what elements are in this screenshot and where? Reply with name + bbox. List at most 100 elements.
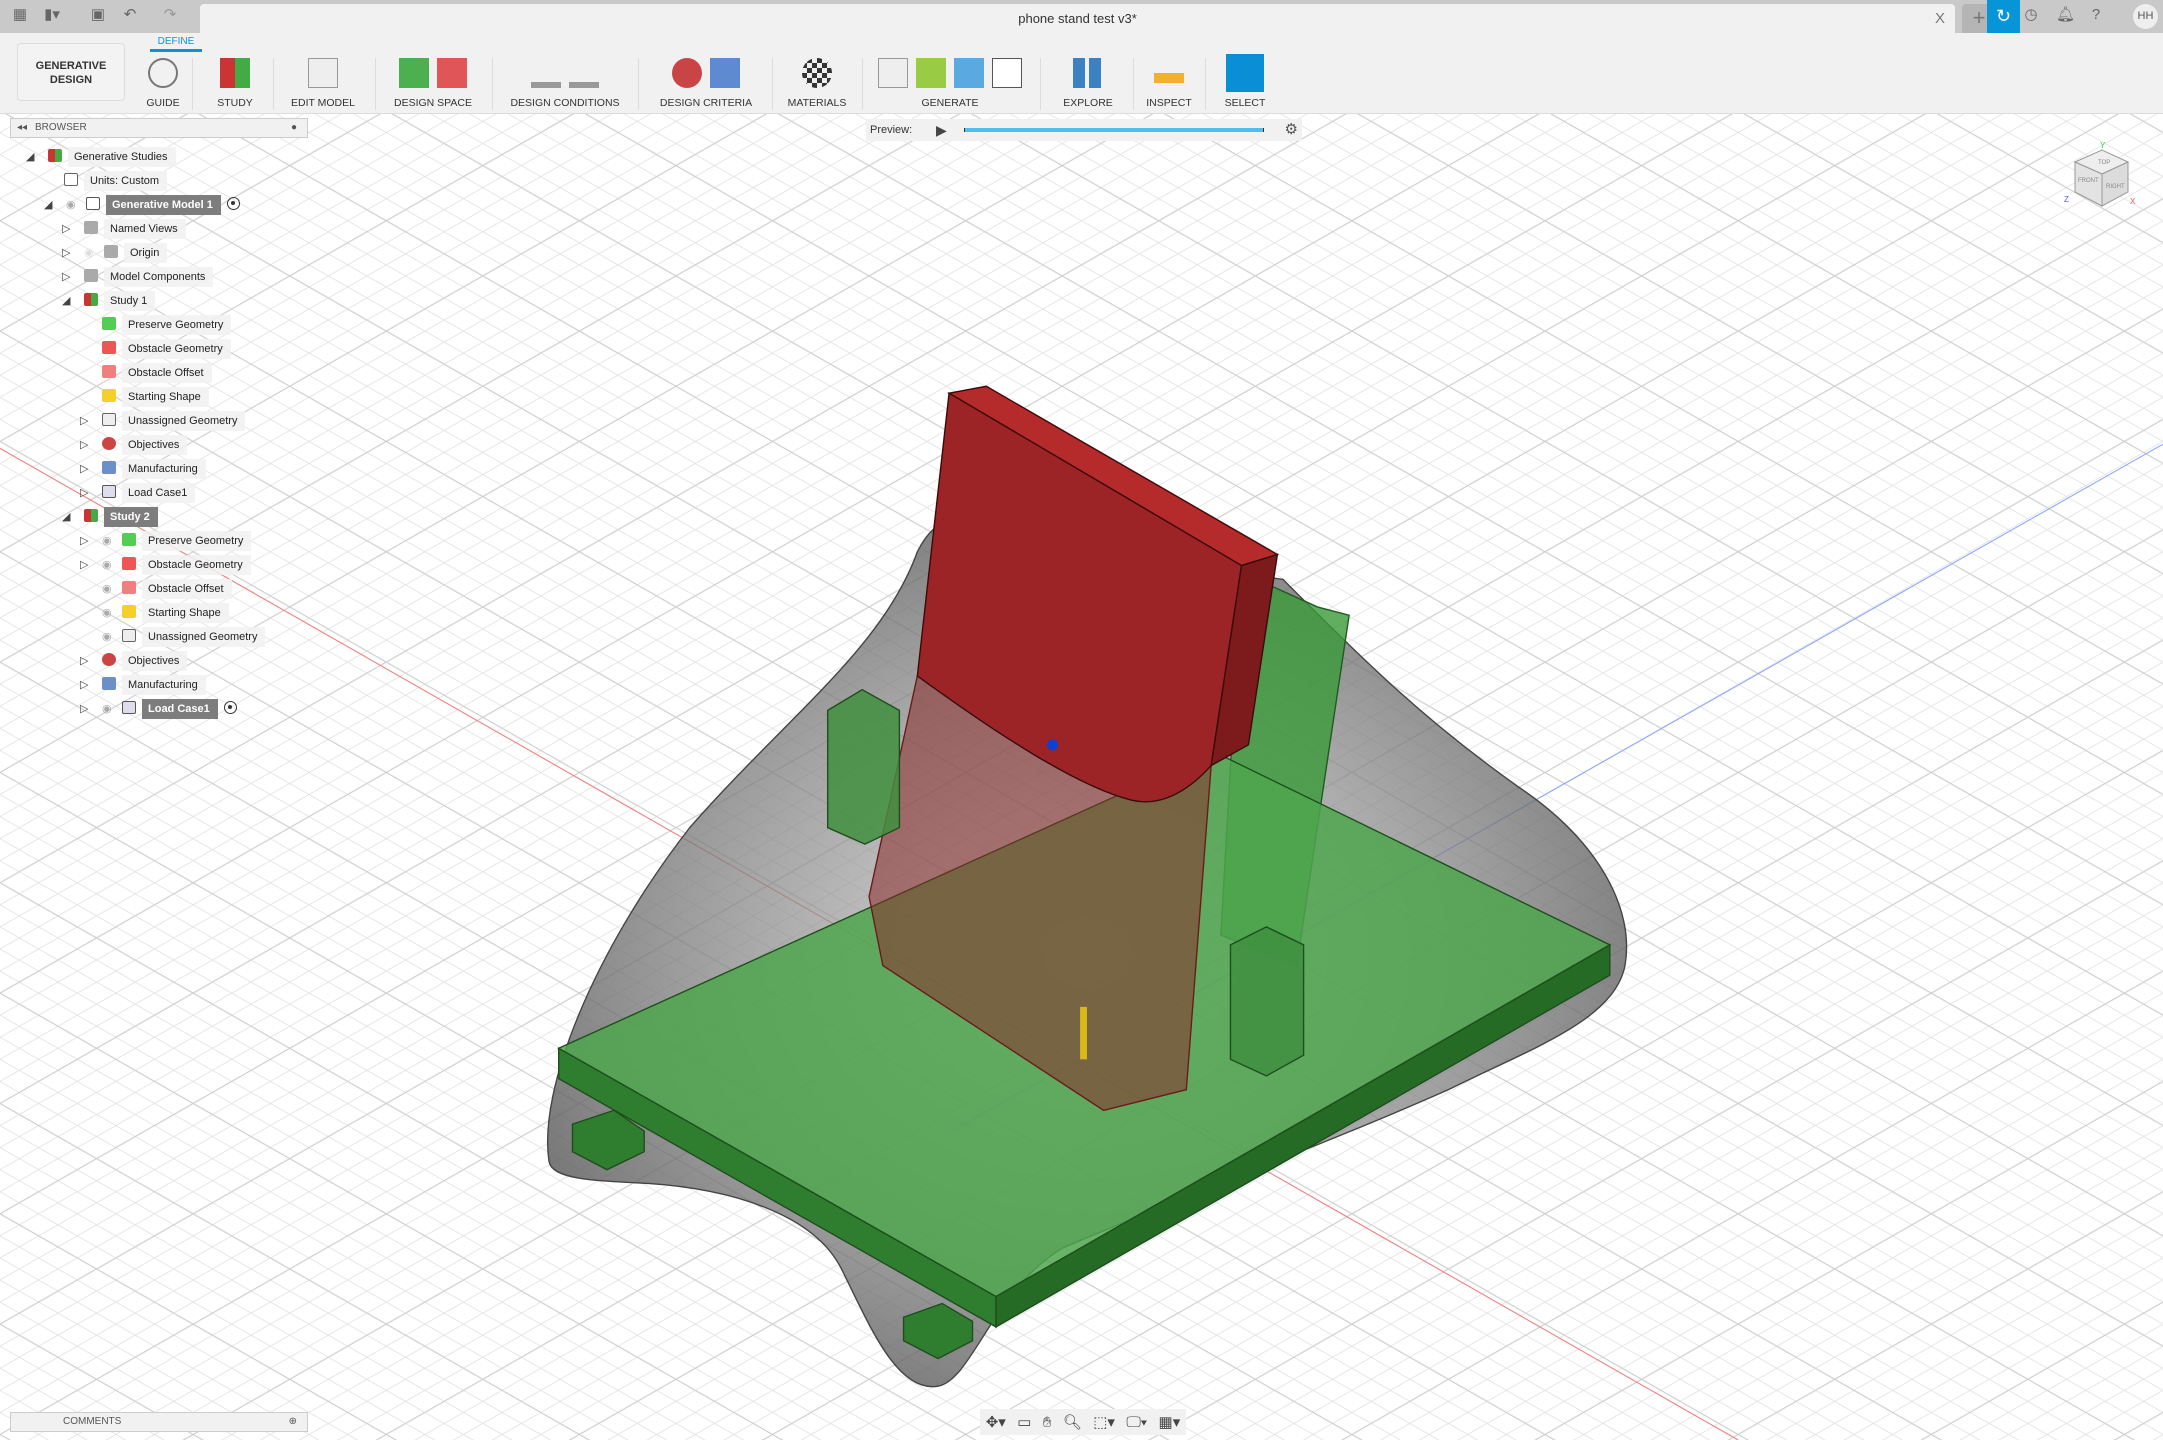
tree-item-manufacturing[interactable]: ▷ Manufacturing — [80, 459, 206, 479]
tree-item-study-1[interactable]: ◢ Study 1 — [62, 291, 156, 311]
collapse-triangle-icon[interactable]: ◢ — [44, 195, 52, 215]
fit-icon[interactable]: ⬚▾ — [1093, 1413, 1115, 1431]
tree-item-model-components[interactable]: ▷ Model Components — [62, 267, 214, 287]
tree-item-unassigned-geometry[interactable]: ▷ Unassigned Geometry — [80, 411, 246, 431]
collapse-icon[interactable]: ◂◂ — [17, 119, 27, 137]
close-tab-button[interactable]: X — [1935, 10, 1945, 27]
study-menu[interactable]: STUDY — [205, 55, 265, 115]
hidden-eye-icon[interactable]: ◉ — [84, 243, 98, 263]
expand-triangle-icon[interactable]: ▷ — [80, 699, 88, 719]
tree-item-origin[interactable]: ▷ ◉ Origin — [62, 243, 168, 263]
tree-item-load-case[interactable]: ▷ Load Case1 — [80, 483, 196, 503]
view-cube[interactable]: TOP FRONT RIGHT Y X Z — [2060, 140, 2140, 220]
tree-item-manufacturing[interactable]: ▷ Manufacturing — [80, 675, 206, 695]
expand-triangle-icon[interactable]: ▷ — [80, 411, 88, 431]
visibility-eye-icon[interactable]: ◉ — [102, 579, 116, 599]
visibility-eye-icon[interactable]: ◉ — [102, 531, 116, 551]
materials-menu[interactable]: MATERIALS — [780, 55, 854, 115]
tree-item-study-2[interactable]: ◢ Study 2 — [62, 507, 158, 527]
orbit-icon[interactable]: ✥▾ — [986, 1413, 1006, 1431]
tree-item-generative-model[interactable]: ◢ ◉ Generative Model 1 — [44, 195, 240, 215]
cloud-sync-icon[interactable]: ↻ — [1987, 0, 2020, 33]
visibility-eye-icon[interactable]: ◉ — [102, 603, 116, 623]
grid-settings-icon[interactable]: ▦▾ — [1159, 1413, 1181, 1431]
tree-item-preserve-geometry[interactable]: ▷ ◉ Preserve Geometry — [80, 531, 252, 551]
clock-icon[interactable]: ◷ — [2023, 7, 2039, 23]
expand-triangle-icon[interactable]: ▷ — [80, 651, 88, 671]
collapse-triangle-icon[interactable]: ◢ — [62, 291, 70, 311]
collapse-triangle-icon[interactable]: ◢ — [62, 507, 70, 527]
tree-item-units[interactable]: Units: Custom — [64, 171, 168, 191]
play-icon[interactable]: ▶ — [936, 119, 947, 141]
model-canvas[interactable] — [0, 114, 2163, 1440]
redo-icon[interactable]: ↷ — [162, 7, 178, 23]
guide-menu[interactable]: GUIDE — [140, 55, 186, 115]
preview-slider[interactable] — [964, 128, 1264, 132]
tree-item-obstacle-offset[interactable]: ◉ Obstacle Offset — [102, 579, 232, 599]
tree-item-preserve-geometry[interactable]: Preserve Geometry — [102, 315, 232, 335]
edit-model-menu[interactable]: EDIT MODEL — [280, 55, 366, 115]
collapse-triangle-icon[interactable]: ◢ — [26, 147, 34, 167]
comments-panel[interactable]: COMMENTS ⊕ — [10, 1412, 308, 1432]
bell-icon[interactable]: 🔔︎ — [2056, 7, 2075, 23]
undo-icon[interactable]: ↶ — [122, 7, 138, 23]
tree-item-obstacle-geometry[interactable]: ▷ ◉ Obstacle Geometry — [80, 555, 251, 575]
activate-radio[interactable] — [226, 197, 240, 210]
visibility-eye-icon[interactable]: ◉ — [66, 195, 80, 215]
expand-triangle-icon[interactable]: ▷ — [80, 675, 88, 695]
file-icon[interactable]: ▮▾ — [44, 7, 60, 23]
expand-triangle-icon[interactable]: ▷ — [62, 243, 70, 263]
tree-item-named-views[interactable]: ▷ Named Views — [62, 219, 186, 239]
document-tab[interactable]: phone stand test v3* X — [200, 4, 1955, 33]
3d-viewport[interactable] — [0, 114, 2163, 1440]
tree-item-starting-shape[interactable]: ◉ Starting Shape — [102, 603, 229, 623]
save-icon[interactable]: ▣ — [90, 7, 106, 23]
load-point-marker[interactable] — [1047, 739, 1059, 751]
tree-item-obstacle-offset[interactable]: Obstacle Offset — [102, 363, 212, 383]
tree-item-generative-studies[interactable]: ◢ Generative Studies — [26, 147, 176, 167]
apps-grid-icon[interactable]: ▦ — [12, 7, 28, 23]
activate-radio[interactable] — [223, 701, 237, 714]
help-icon[interactable]: ? — [2088, 7, 2104, 23]
browser-panel-header[interactable]: ◂◂ BROWSER ● — [10, 118, 308, 138]
expand-triangle-icon[interactable]: ▷ — [80, 531, 88, 551]
user-avatar[interactable]: HH — [2133, 4, 2158, 29]
expand-triangle-icon[interactable]: ▷ — [62, 219, 70, 239]
expand-triangle-icon[interactable]: ▷ — [80, 555, 88, 575]
explore-menu[interactable]: EXPLORE — [1050, 55, 1126, 115]
generate-menu[interactable]: GENERATE — [870, 55, 1030, 115]
expand-triangle-icon[interactable]: ▷ — [80, 483, 88, 503]
display-settings-icon[interactable]: 🖵▾ — [1126, 1414, 1147, 1431]
add-comment-icon[interactable]: ⊕ — [289, 1413, 297, 1431]
tree-item-load-case[interactable]: ▷ ◉ Load Case1 — [80, 699, 237, 719]
look-at-icon[interactable]: ▭ — [1017, 1413, 1031, 1431]
zoom-icon[interactable]: 🔍︎ — [1063, 1413, 1082, 1431]
design-space-menu[interactable]: DESIGN SPACE — [385, 55, 481, 115]
list-icon — [992, 58, 1022, 88]
tree-item-objectives[interactable]: ▷ Objectives — [80, 435, 188, 455]
load-arrow-icon[interactable] — [1080, 1006, 1088, 1060]
expand-triangle-icon[interactable]: ▷ — [80, 459, 88, 479]
visibility-eye-icon[interactable]: ◉ — [102, 699, 116, 719]
tree-item-starting-shape[interactable]: Starting Shape — [102, 387, 209, 407]
expand-triangle-icon[interactable]: ▷ — [80, 435, 88, 455]
visibility-eye-icon[interactable]: ◉ — [102, 627, 116, 647]
axis-z-label: Z — [2064, 195, 2069, 204]
axis-y-label: Y — [2100, 141, 2106, 150]
gear-icon[interactable]: ⚙ — [1285, 119, 1298, 141]
workspace-switcher[interactable]: GENERATIVE DESIGN — [17, 43, 125, 101]
select-menu[interactable]: SELECT — [1215, 54, 1275, 115]
pan-hand-icon[interactable]: ✋︎ — [1043, 1414, 1052, 1431]
pin-icon[interactable]: ● — [291, 119, 297, 137]
tab-define[interactable]: DEFINE — [150, 36, 202, 52]
inspect-menu[interactable]: INSPECT — [1140, 55, 1198, 115]
tree-item-unassigned-geometry[interactable]: ◉ Unassigned Geometry — [102, 627, 266, 647]
design-criteria-menu[interactable]: DESIGN CRITERIA — [648, 55, 764, 115]
expand-triangle-icon[interactable]: ▷ — [62, 267, 70, 287]
tree-item-obstacle-geometry[interactable]: Obstacle Geometry — [102, 339, 231, 359]
design-conditions-menu[interactable]: DESIGN CONDITIONS — [500, 55, 630, 115]
folder-icon — [84, 269, 98, 282]
navigation-bar: ✥▾ ▭ ✋︎ 🔍︎ ⬚▾ 🖵▾ ▦▾ — [980, 1409, 1186, 1435]
visibility-eye-icon[interactable]: ◉ — [102, 555, 116, 575]
tree-item-objectives[interactable]: ▷ Objectives — [80, 651, 188, 671]
